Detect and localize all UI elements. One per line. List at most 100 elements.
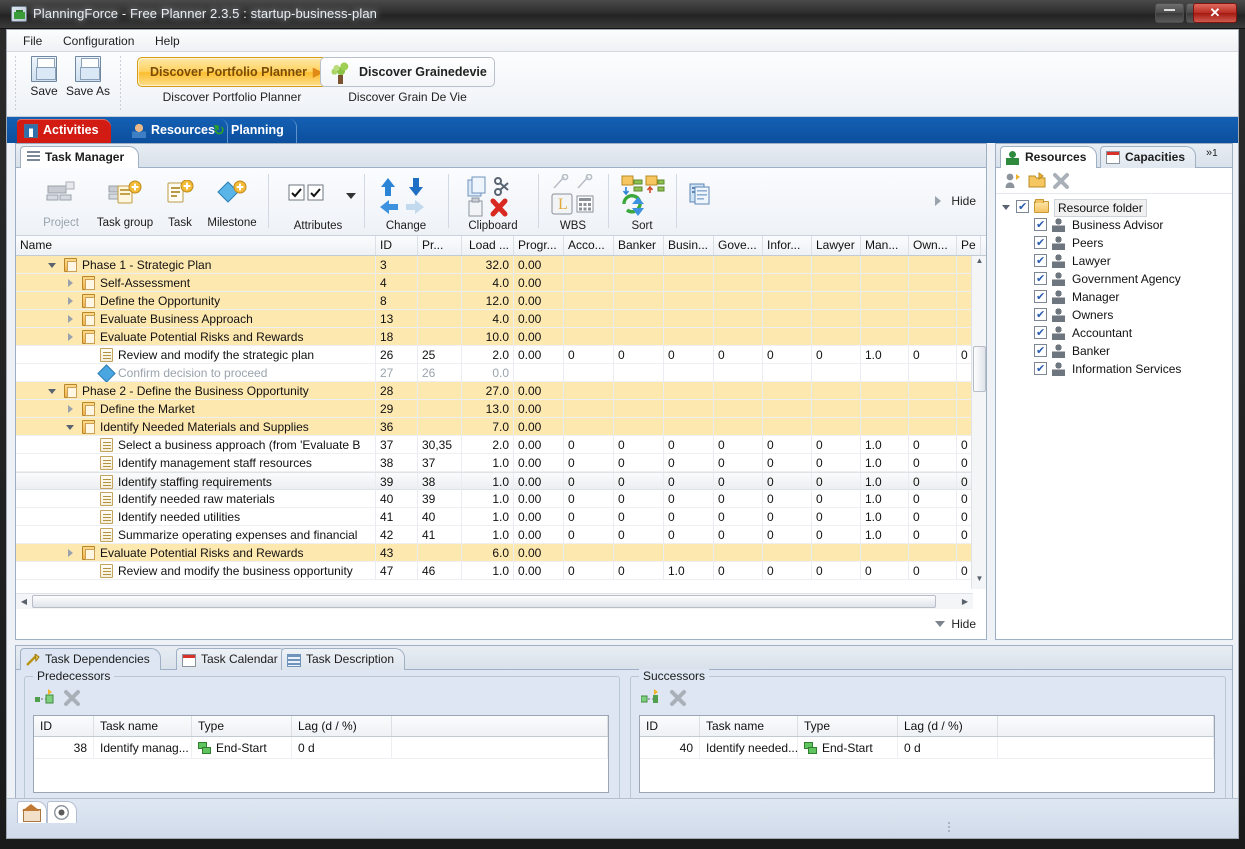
column-header-progress[interactable]: Progr... bbox=[514, 236, 564, 255]
add-folder-icon[interactable] bbox=[1028, 172, 1046, 190]
column-header-name[interactable]: Name bbox=[16, 236, 376, 255]
home-tab-button[interactable] bbox=[17, 801, 47, 823]
scroll-right-arrow[interactable]: ▶ bbox=[957, 594, 973, 609]
table-row[interactable]: Identify needed utilities 41 40 1.0 0.00 0 0 0 0… bbox=[16, 508, 981, 526]
column-header-infor[interactable]: Infor... bbox=[763, 236, 812, 255]
delete-successor-icon[interactable] bbox=[669, 689, 687, 707]
column-header-id[interactable]: ID bbox=[376, 236, 418, 255]
checkbox[interactable] bbox=[1034, 360, 1047, 378]
checkbox[interactable] bbox=[1034, 234, 1047, 252]
column-header-id[interactable]: ID bbox=[34, 716, 94, 736]
tree-item-government-agency[interactable]: Government Agency bbox=[996, 270, 1232, 288]
expand-triangle-icon[interactable] bbox=[66, 333, 75, 342]
table-row[interactable]: Self-Assessment 4 4.0 0.00 bbox=[16, 274, 981, 292]
checkbox[interactable] bbox=[1034, 288, 1047, 306]
table-row[interactable]: Identify Needed Materials and Supplies 36… bbox=[16, 418, 981, 436]
tree-item-information-services[interactable]: Information Services bbox=[996, 360, 1232, 378]
collapse-triangle-icon[interactable] bbox=[1002, 203, 1011, 212]
project-button[interactable]: Project bbox=[32, 174, 90, 232]
menu-configuration[interactable]: Configuration bbox=[55, 33, 142, 49]
column-header-blank[interactable] bbox=[392, 716, 608, 736]
table-row[interactable]: Evaluate Potential Risks and Rewards 43 6.… bbox=[16, 544, 981, 562]
tree-item-resource-folder[interactable]: Resource folder bbox=[996, 198, 1232, 217]
tree-item-lawyer[interactable]: Lawyer bbox=[996, 252, 1232, 270]
scroll-up-arrow[interactable]: ▲ bbox=[972, 256, 986, 271]
attributes-dropdown-icon[interactable] bbox=[346, 193, 356, 199]
save-button[interactable]: Save bbox=[21, 56, 67, 98]
table-row[interactable]: Define the Opportunity 8 12.0 0.00 bbox=[16, 292, 981, 310]
table-row[interactable]: Review and modify the strategic plan 26 25… bbox=[16, 346, 981, 364]
table-row[interactable]: Select a business approach (from 'Evalua… bbox=[16, 436, 981, 454]
collapse-triangle-icon[interactable] bbox=[48, 261, 57, 270]
wbs-icons[interactable]: L bbox=[550, 174, 600, 218]
successor-row[interactable]: 40 Identify needed... End-Start 0 d bbox=[640, 737, 1214, 759]
delete-icon[interactable] bbox=[1052, 172, 1070, 190]
tab-task-manager[interactable]: Task Manager bbox=[20, 146, 140, 168]
table-row[interactable]: Review and modify the business opportuni… bbox=[16, 562, 981, 580]
table-row[interactable]: Summarize operating expenses and financi… bbox=[16, 526, 981, 544]
minimize-button[interactable] bbox=[1155, 3, 1184, 23]
expand-triangle-icon[interactable] bbox=[66, 279, 75, 288]
collapse-triangle-icon[interactable] bbox=[66, 423, 75, 432]
table-row[interactable]: Phase 1 - Strategic Plan 3 32.0 0.00 bbox=[16, 256, 981, 274]
grid-hide-button[interactable]: Hide bbox=[935, 613, 976, 635]
discover-grainedevie-button[interactable]: Discover Grainedevie bbox=[320, 57, 495, 87]
tab-task-description[interactable]: Task Description bbox=[281, 648, 406, 670]
column-header-acco[interactable]: Acco... bbox=[564, 236, 614, 255]
column-header-busin[interactable]: Busin... bbox=[664, 236, 714, 255]
grid-horizontal-scrollbar[interactable]: ◀ ▶ bbox=[16, 593, 973, 609]
table-row[interactable]: Identify needed raw materials 40 39 1.0 0.00… bbox=[16, 490, 981, 508]
checkbox[interactable] bbox=[1034, 252, 1047, 270]
column-header-lawyer[interactable]: Lawyer bbox=[812, 236, 861, 255]
column-header-man[interactable]: Man... bbox=[861, 236, 909, 255]
table-row[interactable]: Identify staffing requirements 39 38 1.0 0.0… bbox=[16, 472, 981, 491]
tree-item-banker[interactable]: Banker bbox=[996, 342, 1232, 360]
add-resource-icon[interactable] bbox=[1004, 172, 1022, 190]
change-arrows-icon[interactable] bbox=[378, 176, 434, 218]
milestone-button[interactable]: Milestone bbox=[200, 174, 264, 232]
add-successor-icon[interactable] bbox=[641, 689, 661, 707]
table-row[interactable]: Evaluate Potential Risks and Rewards 18 10… bbox=[16, 328, 981, 346]
tree-item-accountant[interactable]: Accountant bbox=[996, 324, 1232, 342]
table-row[interactable]: Confirm decision to proceed 27 26 0.0 bbox=[16, 364, 981, 382]
tree-item-business-advisor[interactable]: Business Advisor bbox=[996, 216, 1232, 234]
expand-triangle-icon[interactable] bbox=[66, 549, 75, 558]
expand-triangle-icon[interactable] bbox=[66, 315, 75, 324]
table-row[interactable]: Phase 2 - Define the Business Opportunit… bbox=[16, 382, 981, 400]
expand-triangle-icon[interactable] bbox=[66, 405, 75, 414]
task-group-button[interactable]: Task group bbox=[90, 174, 160, 232]
column-header-task-name[interactable]: Task name bbox=[94, 716, 192, 736]
column-header-own[interactable]: Own... bbox=[909, 236, 957, 255]
column-header-banker[interactable]: Banker bbox=[614, 236, 664, 255]
tab-overflow-button[interactable]: »1 bbox=[1206, 147, 1218, 159]
tab-capacities[interactable]: Capacities bbox=[1100, 146, 1197, 168]
close-button[interactable]: ✕ bbox=[1193, 3, 1237, 23]
clipboard-icons[interactable] bbox=[464, 176, 522, 218]
column-header-id[interactable]: ID bbox=[640, 716, 700, 736]
tree-item-peers[interactable]: Peers bbox=[996, 234, 1232, 252]
menu-help[interactable]: Help bbox=[147, 33, 188, 49]
column-header-load[interactable]: Load ... bbox=[462, 236, 514, 255]
tab-planning[interactable]: ↻ Planning bbox=[205, 119, 297, 143]
column-header-gove[interactable]: Gove... bbox=[714, 236, 763, 255]
checkbox[interactable] bbox=[1034, 270, 1047, 288]
table-row[interactable]: Define the Market 29 13.0 0.00 bbox=[16, 400, 981, 418]
column-header-lag-d-[interactable]: Lag (d / %) bbox=[898, 716, 998, 736]
grid-hscroll-thumb[interactable] bbox=[32, 595, 936, 608]
collapse-triangle-icon[interactable] bbox=[48, 387, 57, 396]
predecessor-row[interactable]: 38 Identify manag... End-Start 0 d bbox=[34, 737, 608, 759]
checkbox[interactable] bbox=[1034, 342, 1047, 360]
tree-item-manager[interactable]: Manager bbox=[996, 288, 1232, 306]
ribbon-hide-button[interactable]: Hide bbox=[935, 190, 976, 212]
add-predecessor-icon[interactable] bbox=[35, 689, 55, 707]
tab-activities[interactable]: Activities bbox=[17, 119, 111, 143]
column-header-blank[interactable] bbox=[998, 716, 1214, 736]
column-header-type[interactable]: Type bbox=[798, 716, 898, 736]
column-header-task-name[interactable]: Task name bbox=[700, 716, 798, 736]
menu-file[interactable]: File bbox=[15, 33, 50, 49]
sort-icons[interactable] bbox=[620, 174, 666, 218]
scroll-left-arrow[interactable]: ◀ bbox=[16, 594, 32, 609]
checkbox[interactable] bbox=[1016, 198, 1029, 216]
discover-portfolio-planner-button[interactable]: Discover Portfolio Planner ▶ bbox=[137, 57, 327, 87]
column-header-pe[interactable]: Pe bbox=[957, 236, 981, 255]
